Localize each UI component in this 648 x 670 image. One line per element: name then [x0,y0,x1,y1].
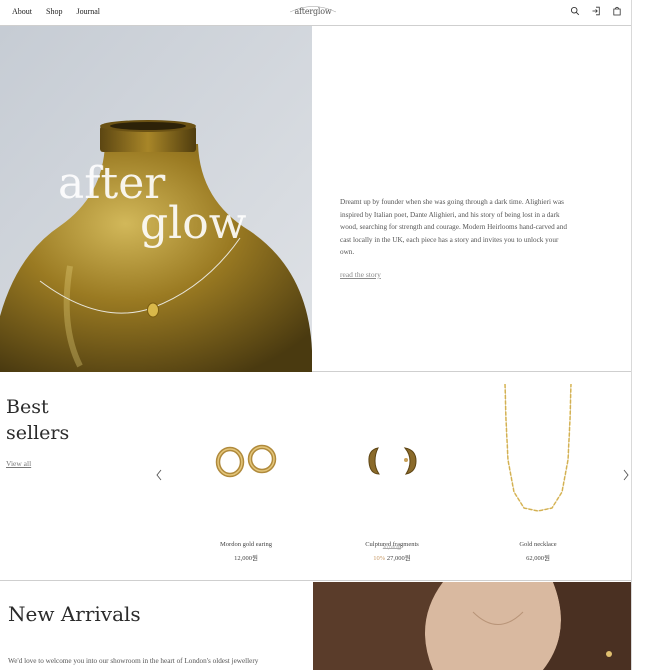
new-arrivals-description: We'd love to welcome you into our showro… [8,657,259,665]
model-portrait-image [313,582,631,670]
nav-about-link[interactable]: About [12,7,32,16]
gold-chain-necklace-image [504,383,572,512]
hero-image: after glow [0,26,312,372]
new-arrivals-section: New Arrivals We'd love to welcome you in… [0,582,631,670]
product-card[interactable]: Gold necklace 62,000원 [478,380,598,570]
hero-text: Dreamt up by founder when she was going … [340,196,570,281]
view-all-link[interactable]: View all [6,459,31,468]
site-header: About Shop Journal afterglow [0,0,631,26]
chevron-right-icon[interactable] [621,468,631,482]
discount-badge: 10% [373,555,386,562]
nav-shop-link[interactable]: Shop [46,7,62,16]
product-name: Gold necklace [519,541,557,548]
hero-description: Dreamt up by founder when she was going … [340,198,567,257]
main-nav: About Shop Journal [12,7,100,16]
product-price: 10% 27,000원 [332,552,452,562]
best-sellers-title-line-2: sellers [6,422,70,444]
product-card[interactable]: Culptured fragments 40,000원 10% 27,000원 [332,380,452,570]
hero-overlay-glow: glow [140,198,247,249]
product-price: 62,000원 [526,555,550,562]
best-sellers-title: Best sellers [6,394,69,446]
page: About Shop Journal afterglow after glow … [0,0,632,670]
product-card[interactable]: Mordon gold earing 12,000원 [186,380,306,570]
gold-hoop-earrings-image [215,444,277,478]
search-icon[interactable] [570,6,580,16]
best-sellers-title-line-1: Best [6,396,49,418]
chevron-left-icon[interactable] [154,468,164,482]
amber-vase-necklace-image: after glow [0,26,312,372]
new-arrivals-title: New Arrivals [8,602,141,626]
header-actions [570,6,622,16]
read-story-link[interactable]: read the story [340,270,381,279]
logo-text: afterglow [294,7,332,16]
product-old-price: 40,000원 [382,546,402,551]
product-sale-price: 27,000원 [386,555,411,562]
best-sellers-section: Best sellers View all Mordon gold earing… [0,372,631,581]
hero-section: after glow Dreamt up by founder when she… [0,26,631,372]
login-icon[interactable] [591,6,601,16]
product-name: Mordon gold earing [220,541,272,548]
site-logo[interactable]: afterglow [284,3,342,21]
new-arrivals-image [313,582,631,670]
sculpted-earrings-image [368,447,417,475]
nav-journal-link[interactable]: Journal [76,7,100,16]
bag-icon[interactable] [612,6,622,16]
product-price: 12,000원 [234,555,258,562]
